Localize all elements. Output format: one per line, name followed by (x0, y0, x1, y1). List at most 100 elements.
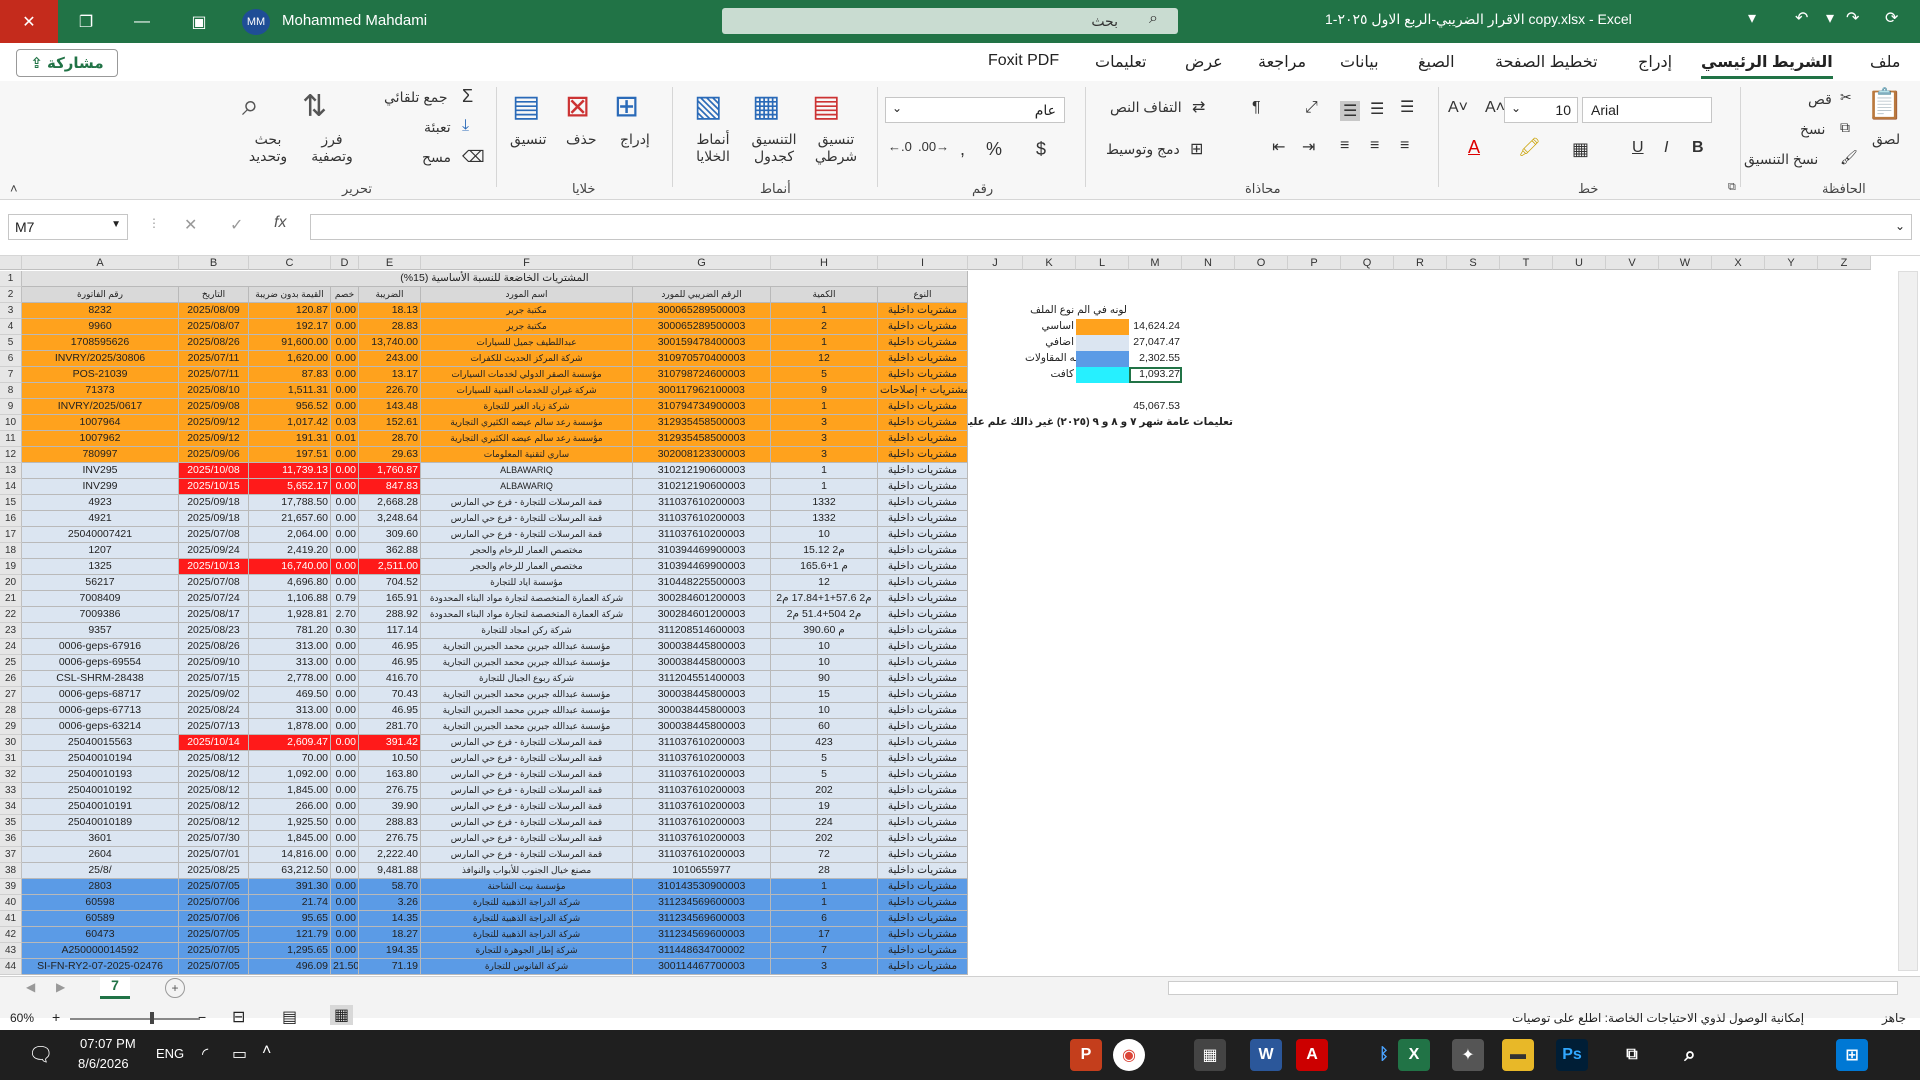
cell-h[interactable]: 224 (771, 815, 878, 831)
cell-a[interactable]: 1007962 (22, 431, 179, 447)
tab-review[interactable]: مراجعة (1258, 52, 1306, 72)
cell-d[interactable]: 0.00 (331, 303, 359, 319)
scroll-left-icon[interactable]: ◀ (26, 980, 35, 994)
chrome-icon[interactable]: ◉ (1113, 1039, 1145, 1071)
row-header[interactable]: 25 (0, 655, 22, 671)
cell-c[interactable]: 1,845.00 (249, 783, 331, 799)
cell-f[interactable]: شركة الفانوس للتجارة (421, 959, 633, 975)
cell-e[interactable]: 704.52 (359, 575, 421, 591)
cell-d[interactable]: 0.00 (331, 911, 359, 927)
cell-c[interactable]: 1,017.42 (249, 415, 331, 431)
sheet-banner[interactable]: المشتريات الخاضعة للنسبة الأساسية (15%) (22, 271, 968, 287)
photoshop-icon[interactable]: Ps (1556, 1039, 1588, 1071)
cell-c[interactable]: 469.50 (249, 687, 331, 703)
increase-decimal-icon[interactable]: ←.0 (888, 139, 912, 154)
notifications-icon[interactable]: 🗨 (28, 1042, 53, 1067)
cell-f[interactable]: مختصص العمار للرخام والحجر (421, 543, 633, 559)
cell-f[interactable]: مصنع خيال الجنوب للأبواب والنوافذ (421, 863, 633, 879)
cell-h[interactable]: 12 (771, 575, 878, 591)
cell-a[interactable]: 0006-geps-67713 (22, 703, 179, 719)
cell-g[interactable]: 300284601200003 (633, 591, 771, 607)
cell-c[interactable]: 2,609.47 (249, 735, 331, 751)
cell-c[interactable]: 5,652.17 (249, 479, 331, 495)
cell-e[interactable]: 143.48 (359, 399, 421, 415)
page-break-view-icon[interactable]: ⊟ (232, 1007, 245, 1027)
cell-i[interactable]: مشتريات داخلية (878, 335, 968, 351)
cut-button[interactable]: قص (1808, 91, 1832, 108)
column-header[interactable]: F (421, 256, 633, 270)
cell-d[interactable]: 0.00 (331, 863, 359, 879)
cell-a[interactable]: 780997 (22, 447, 179, 463)
row-header[interactable]: 36 (0, 831, 22, 847)
cell-c[interactable]: 120.87 (249, 303, 331, 319)
wifi-icon[interactable]: ◜ (202, 1044, 208, 1064)
cell-h[interactable]: 19 (771, 799, 878, 815)
row-header[interactable]: 2 (0, 287, 22, 303)
word-icon[interactable]: W (1250, 1039, 1282, 1071)
cell-h[interactable]: 17 (771, 927, 878, 943)
row-header[interactable]: 27 (0, 687, 22, 703)
share-button[interactable]: ⇪ مشاركة (16, 49, 118, 77)
cell-f[interactable]: مكتبة جرير (421, 319, 633, 335)
cell-i[interactable]: مشتريات داخلية (878, 863, 968, 879)
cell-d[interactable]: 0.00 (331, 463, 359, 479)
font-size-field[interactable]: 10 ⌄ (1504, 97, 1578, 123)
font-name-field[interactable]: Arial⌄ (1569, 97, 1712, 123)
cell-c[interactable]: 313.00 (249, 703, 331, 719)
cell-e[interactable]: 71.19 (359, 959, 421, 975)
font-color-icon[interactable]: A (1468, 137, 1480, 158)
cell-f[interactable]: شركة العمارة المتخصصة لتجارة مواد البناء… (421, 607, 633, 623)
cell-d[interactable]: 0.00 (331, 735, 359, 751)
cell-e[interactable]: 39.90 (359, 799, 421, 815)
enter-icon[interactable]: ✓ (230, 215, 243, 235)
cell-f[interactable]: مؤسسة رعد سالم عيضه الكثيري التجارية (421, 431, 633, 447)
cell-a[interactable]: 60589 (22, 911, 179, 927)
align-top-icon[interactable]: ☰ (1400, 97, 1414, 117)
cell-b[interactable]: 2025/08/12 (179, 751, 249, 767)
tab-home[interactable]: الشريط الرئيسي (1701, 52, 1833, 79)
search-icon[interactable]: ⌕ (1674, 1039, 1706, 1071)
cell-b[interactable]: 2025/09/24 (179, 543, 249, 559)
cell-h[interactable]: 423 (771, 735, 878, 751)
cell-c[interactable]: 1,925.50 (249, 815, 331, 831)
column-header[interactable]: W (1659, 256, 1712, 270)
cell-i[interactable]: مشتريات داخلية (878, 943, 968, 959)
cell-i[interactable]: مشتريات داخلية (878, 543, 968, 559)
increase-font-icon[interactable]: A˄ (1485, 99, 1505, 117)
cell-b[interactable]: 2025/07/08 (179, 527, 249, 543)
cell-e[interactable]: 3,248.64 (359, 511, 421, 527)
cell-e[interactable]: 10.50 (359, 751, 421, 767)
column-header[interactable]: P (1288, 256, 1341, 270)
search-input[interactable]: بحث ⌕ (722, 8, 1178, 34)
clipboard-icon[interactable]: 📋 (1866, 87, 1903, 122)
cell-a[interactable]: 1007964 (22, 415, 179, 431)
column-title[interactable]: خصم (331, 287, 359, 303)
row-header[interactable]: 38 (0, 863, 22, 879)
align-left-icon[interactable]: ≡ (1400, 137, 1409, 155)
cell-i[interactable]: مشتريات داخلية (878, 687, 968, 703)
cell-b[interactable]: 2025/08/17 (179, 607, 249, 623)
column-title[interactable]: النوع (878, 287, 968, 303)
column-title[interactable]: القيمة بدون ضريبة (249, 287, 331, 303)
cell-i[interactable]: مشتريات داخلية (878, 447, 968, 463)
cell-c[interactable]: 1,511.31 (249, 383, 331, 399)
cell-a[interactable]: 9357 (22, 623, 179, 639)
cell-b[interactable]: 2025/08/24 (179, 703, 249, 719)
cell-b[interactable]: 2025/09/06 (179, 447, 249, 463)
cell-d[interactable]: 0.00 (331, 383, 359, 399)
cell-d[interactable]: 0.79 (331, 591, 359, 607)
cell-f[interactable]: مؤسسة عبدالله جبرين محمد الجبرين التجاري… (421, 687, 633, 703)
cell-e[interactable]: 117.14 (359, 623, 421, 639)
store-icon[interactable]: ▦ (1194, 1039, 1226, 1071)
cell-f[interactable]: مؤسسة رعد سالم عيضه الكثيري التجارية (421, 415, 633, 431)
cell-c[interactable]: 192.17 (249, 319, 331, 335)
cell-g[interactable]: 310143530900003 (633, 879, 771, 895)
cell-e[interactable]: 163.80 (359, 767, 421, 783)
cell-d[interactable]: 0.00 (331, 527, 359, 543)
cell-g[interactable]: 311234569600003 (633, 927, 771, 943)
cell-b[interactable]: 2025/07/05 (179, 959, 249, 975)
cell-g[interactable]: 311037610200003 (633, 767, 771, 783)
cell-e[interactable]: 276.75 (359, 783, 421, 799)
cell-c[interactable]: 313.00 (249, 639, 331, 655)
cell-e[interactable]: 2,222.40 (359, 847, 421, 863)
